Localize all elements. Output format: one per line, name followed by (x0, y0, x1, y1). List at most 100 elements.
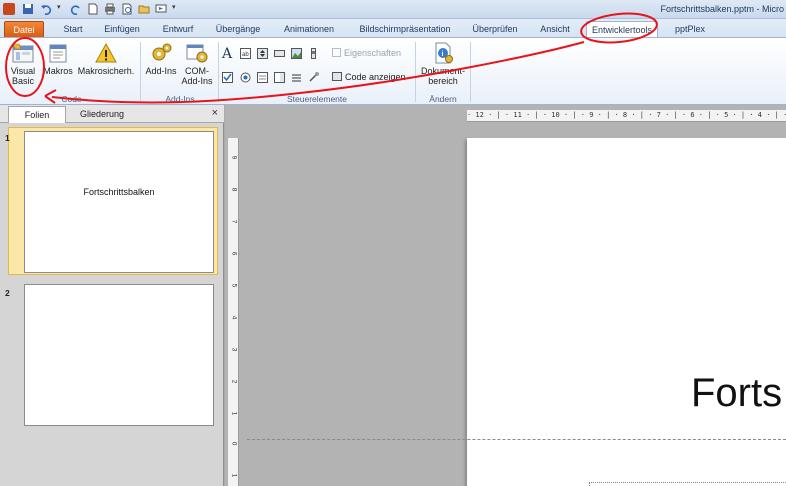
ruler-tick: 5 (230, 283, 238, 288)
horizontal-ruler: · 12 · | · 11 · | · 10 · | · 9 · | · 8 ·… (467, 110, 786, 122)
visual-basic-label-line1: Visual (10, 66, 36, 76)
ruler-tick: 8 (230, 187, 238, 192)
tab-animations[interactable]: Animationen (276, 21, 342, 38)
tab-developer[interactable]: Entwicklertools (586, 21, 658, 38)
view-code-icon (332, 72, 342, 81)
tab-view[interactable]: Ansicht (534, 21, 576, 38)
customize-qat-icon[interactable]: ▾ (172, 3, 180, 15)
group-label-modify: Ändern (429, 94, 457, 104)
ruler-tick: 9 (230, 155, 238, 160)
macros-label: Makros (43, 66, 73, 76)
save-icon[interactable] (22, 3, 34, 15)
visual-basic-button[interactable]: Visual Basic (6, 42, 40, 86)
addins-button[interactable]: Add-Ins (143, 42, 179, 76)
gears-icon (152, 43, 172, 61)
ribbon: Visual Basic Makros Makrosicherh. Code A… (0, 37, 786, 105)
powerpoint-icon[interactable] (3, 3, 15, 15)
tab-slides[interactable]: Folien (8, 106, 66, 123)
ruler-tick: 4 (230, 315, 238, 320)
document-panel-label-line2: bereich (428, 76, 458, 86)
slide-thumbnail-2[interactable] (24, 284, 214, 426)
group-separator (415, 42, 416, 102)
tab-start[interactable]: Start (55, 21, 91, 38)
slide-thumbnail-title: Fortschrittsbalken (83, 187, 155, 197)
image-control-icon[interactable] (291, 48, 302, 59)
slide-title[interactable]: Forts (691, 371, 782, 416)
view-code-label: Code anzeigen (345, 72, 406, 82)
tab-design[interactable]: Entwurf (155, 21, 201, 38)
tab-transitions[interactable]: Übergänge (211, 21, 265, 38)
print-icon[interactable] (104, 3, 116, 15)
group-separator (218, 42, 219, 102)
group-label-code: Code (61, 94, 82, 104)
svg-text:i: i (442, 51, 444, 58)
tab-insert[interactable]: Einfügen (98, 21, 146, 38)
more-controls-icon[interactable] (308, 71, 319, 82)
macro-security-button[interactable]: Makrosicherh. (77, 42, 135, 76)
visual-basic-label-line2: Basic (11, 76, 34, 86)
slide-number: 1 (5, 133, 10, 143)
tab-outline[interactable]: Gliederung (68, 106, 136, 123)
document-panel-button[interactable]: i Dokument- bereich (418, 42, 468, 86)
svg-text:ab: ab (242, 52, 249, 58)
document-panel-label-line1: Dokument- (420, 66, 465, 76)
new-icon[interactable] (87, 3, 99, 15)
preview-icon[interactable] (121, 3, 133, 15)
undo-icon[interactable] (40, 3, 52, 16)
ruler-tick: 6 (230, 251, 238, 256)
slide-number: 2 (5, 288, 10, 298)
window-title: Fortschrittsbalken.pptm - Micro (660, 4, 784, 14)
tab-review[interactable]: Überprüfen (466, 21, 524, 38)
visual-basic-icon (12, 43, 34, 63)
textbox-control-icon[interactable]: ab (240, 48, 251, 59)
group-label-controls: Steuerelemente (286, 94, 347, 104)
drawing-guide[interactable] (247, 439, 786, 440)
group-separator (470, 42, 471, 102)
macros-button[interactable]: Makros (42, 42, 74, 76)
open-icon[interactable] (138, 3, 150, 15)
label-control-icon[interactable]: A (222, 46, 234, 62)
checkbox-control-icon[interactable] (222, 72, 233, 83)
ruler-tick: 7 (230, 219, 238, 224)
scrollbar-control-icon[interactable] (308, 48, 319, 59)
tab-pptplex[interactable]: pptPlex (668, 21, 712, 38)
tab-file[interactable]: Datei (4, 21, 44, 38)
slide-thumbnail-1[interactable]: Fortschrittsbalken (24, 131, 214, 273)
ruler-tick: 0 (230, 441, 238, 446)
radio-control-icon[interactable] (240, 72, 251, 83)
button-control-icon[interactable] (274, 48, 285, 59)
properties-label: Eigenschaften (344, 48, 402, 58)
vertical-ruler: 9 8 7 6 5 4 3 2 1 0 1 (228, 138, 239, 486)
slides-panel: Folien Gliederung × 1 Fortschrittsbalken… (0, 105, 224, 486)
listbox-control-icon[interactable] (274, 72, 285, 83)
panel-tabs: Folien Gliederung × (0, 105, 224, 123)
group-label-addins: Add-Ins (165, 94, 195, 104)
tab-slideshow[interactable]: Bildschirmpräsentation (350, 21, 460, 38)
properties-button[interactable]: Eigenschaften (332, 48, 401, 58)
spinner-control-icon[interactable] (257, 48, 268, 59)
toggle-control-icon[interactable] (291, 72, 302, 83)
addins-label: Add-Ins (145, 66, 177, 76)
com-addins-label-line1: COM- (185, 66, 209, 76)
ribbon-tab-row: Datei Start Einfügen Entwurf Übergänge A… (0, 19, 786, 38)
slideshow-icon[interactable] (155, 3, 167, 15)
com-addins-label-line2: Add-Ins (181, 76, 213, 86)
document-panel-icon: i (435, 42, 453, 64)
title-bar: ▾ ▾ Fortschrittsbalken.pptm - Micro (0, 0, 786, 19)
macros-icon (49, 44, 67, 63)
group-separator (140, 42, 141, 102)
close-icon[interactable]: × (212, 107, 218, 119)
slide-canvas[interactable]: Forts (467, 138, 786, 486)
ruler-tick: 2 (230, 379, 238, 384)
ruler-tick: 3 (230, 347, 238, 352)
undo-dropdown-icon[interactable]: ▾ (57, 3, 65, 15)
subtitle-placeholder[interactable] (589, 482, 786, 486)
com-addins-button[interactable]: COM- Add-Ins (179, 42, 215, 86)
macro-security-label: Makrosicherh. (77, 66, 135, 76)
redo-icon[interactable] (70, 3, 82, 16)
combobox-control-icon[interactable] (257, 72, 268, 83)
view-code-button[interactable]: Code anzeigen (332, 72, 406, 82)
ruler-tick: 1 (230, 411, 238, 416)
ruler-tick: 1 (230, 473, 238, 478)
com-addins-icon (186, 44, 208, 63)
